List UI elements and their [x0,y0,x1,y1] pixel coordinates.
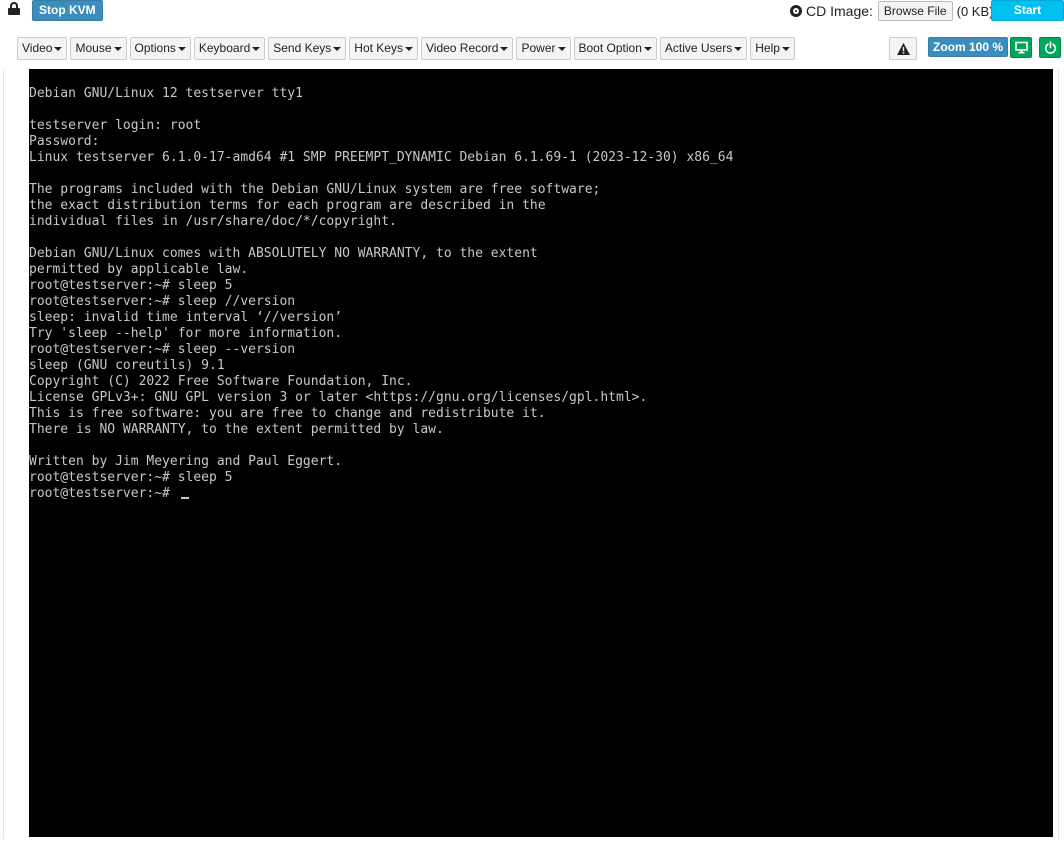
menu-send-keys[interactable]: Send Keys [268,37,347,60]
menu-mouse[interactable]: Mouse [70,37,127,60]
menu-label: Power [521,41,556,55]
menu-label: Send Keys [273,41,332,55]
caret-down-icon [404,46,413,51]
disc-icon [790,5,802,17]
caret-down-icon [113,46,122,51]
browse-file-button[interactable]: Browse File [877,1,953,21]
caret-down-icon [333,46,342,51]
menu-bar: Video Mouse Options Keyboard Send Keys H… [0,37,1064,61]
menu-boot-option[interactable]: Boot Option [573,37,657,60]
caret-down-icon [781,46,790,51]
menu-label: Mouse [75,41,112,55]
menu-video[interactable]: Video [17,37,68,60]
warning-button[interactable] [889,37,917,60]
caret-down-icon [177,46,186,51]
file-size-text: (0 KB) [956,3,994,19]
menu-active-users[interactable]: Active Users [659,37,748,60]
menu-label: Video Record [425,41,499,55]
menu-list: Video Mouse Options Keyboard Send Keys H… [17,37,798,60]
menu-label: Boot Option [578,41,642,55]
kvm-console-screen[interactable]: Debian GNU/Linux 12 testserver tty1 test… [29,69,1053,837]
caret-down-icon [643,46,652,51]
menu-options[interactable]: Options [129,37,191,60]
left-divider [3,69,4,839]
caret-down-icon [500,46,509,51]
zoom-button[interactable]: Zoom 100 % [928,37,1009,57]
menu-label: Video [22,41,53,55]
menu-label: Keyboard [198,41,251,55]
caret-down-icon [252,46,261,51]
menu-hot-keys[interactable]: Hot Keys [349,37,418,60]
top-bar: Stop KVM CD Image: Browse File (0 KB) St… [0,0,1064,36]
menu-label: Active Users [664,41,733,55]
warning-icon [897,43,910,55]
caret-down-icon [734,46,743,51]
text-cursor [181,497,189,499]
cd-image-label: CD Image: [806,3,873,19]
display-button[interactable] [1010,37,1032,58]
menu-video-record[interactable]: Video Record [420,37,514,60]
lock-icon [8,2,20,15]
start-media-button[interactable]: Start Media [991,0,1064,36]
power-button[interactable] [1039,37,1061,58]
power-icon [1044,41,1057,54]
menu-label: Options [134,41,176,55]
menu-power[interactable]: Power [516,37,571,60]
console-output: Debian GNU/Linux 12 testserver tty1 test… [29,86,734,501]
monitor-icon [1015,41,1028,54]
menu-label: Help [755,41,780,55]
stop-kvm-button[interactable]: Stop KVM [32,0,103,21]
caret-down-icon [557,46,566,51]
caret-down-icon [54,46,63,51]
menu-help[interactable]: Help [750,37,795,60]
right-divider [1058,69,1059,839]
menu-label: Hot Keys [354,41,403,55]
cd-image-area: CD Image: Browse File (0 KB) [790,0,993,22]
menu-keyboard[interactable]: Keyboard [193,37,266,60]
